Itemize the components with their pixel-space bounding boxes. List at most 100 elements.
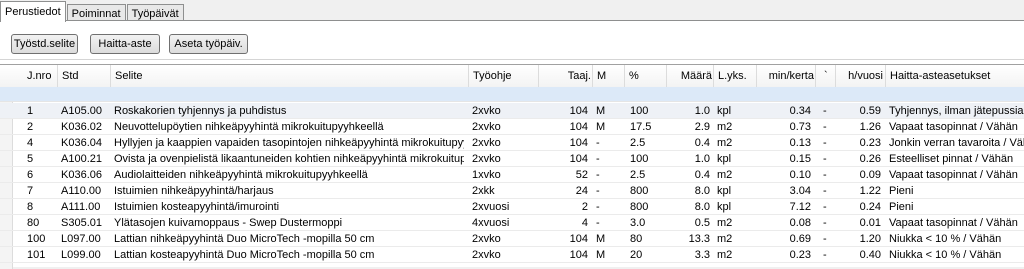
cell-haitta: Pieni: [889, 201, 914, 213]
cell-tick: -: [823, 249, 827, 261]
cell-pct: 2.5: [630, 169, 646, 181]
cell-selite: Hyllyjen ja kaappien vapaiden tasopintoj…: [114, 137, 464, 149]
grid-header: J.nro Std Selite Työohje Taaj. M % Määrä…: [0, 65, 1024, 88]
table-row[interactable]: 6 K036.06 Audiolaitteiden nihkeäpyyhintä m…: [0, 167, 1024, 183]
cell-taaj: 104: [569, 137, 588, 149]
cell-min: 7.12: [789, 201, 811, 213]
col-header-min-kerta[interactable]: min/kerta: [756, 65, 814, 87]
cell-std: A100.21: [61, 153, 102, 165]
cell-tick: -: [823, 105, 827, 117]
cell-min: 0.08: [789, 217, 811, 229]
cell-min: 3.04: [789, 185, 811, 197]
table-row[interactable]: 1 A105.00 Roskakorien tyhjennys ja puhdist…: [0, 103, 1024, 119]
cell-jnro: 100: [27, 233, 46, 245]
cell-m: -: [596, 169, 600, 181]
table-row[interactable]: 100 L097.00 Lattian nihkeäpyyhintä Duo Mic…: [0, 231, 1024, 247]
cell-hv: 0.40: [859, 249, 881, 261]
cell-selite: Neuvottelupöytien nihkeäpyyhintä mikroku…: [114, 121, 384, 133]
cell-maara: 3.3: [694, 249, 710, 261]
table-row[interactable]: 7 A110.00 Istuimien nihkeäpyyhintä/harjaus…: [0, 183, 1024, 199]
cell-maara: 8.0: [694, 201, 710, 213]
cell-maara: 2.9: [694, 121, 710, 133]
cell-selite: Lattian nihkeäpyyhintä Duo MicroTech -mo…: [114, 233, 375, 245]
col-header-taaj[interactable]: Taaj.: [538, 65, 591, 87]
haitta-aste-button[interactable]: Haitta-aste: [90, 34, 160, 54]
cell-m: M: [596, 121, 606, 133]
cell-tick: -: [823, 217, 827, 229]
cell-jnro: 101: [27, 249, 46, 261]
cell-m: M: [596, 105, 606, 117]
tab-perustiedot[interactable]: Perustiedot: [0, 1, 66, 22]
cell-lyks: m2: [717, 121, 733, 133]
cell-maara: 0.4: [694, 169, 710, 181]
cell-haitta: Tyhjennys, ilman jätepussia: [889, 105, 1024, 117]
table-row[interactable]: 4 K036.04 Hyllyjen ja kaappien vapaiden ta…: [0, 135, 1024, 151]
table-row[interactable]: 101 L099.00 Lattian kosteapyyhintä Duo Mic…: [0, 247, 1024, 263]
cell-taaj: 24: [575, 185, 588, 197]
col-header-std[interactable]: Std: [57, 65, 114, 87]
cell-haitta: Vapaat tasopinnat / Vähän: [889, 217, 1018, 229]
cell-m: -: [596, 137, 600, 149]
cell-min: 0.69: [789, 233, 811, 245]
cell-hv: 0.23: [859, 137, 881, 149]
cell-std: A110.00: [61, 185, 102, 197]
col-header-jnro[interactable]: J.nro: [27, 65, 57, 87]
cell-lyks: kpl: [717, 105, 732, 117]
col-header-tyoohje[interactable]: Työohje: [468, 65, 541, 87]
cell-taaj: 104: [569, 249, 588, 261]
cell-taaj: 4: [581, 217, 588, 229]
cell-tick: -: [823, 153, 827, 165]
table-row[interactable]: 80 S305.01 Ylätasojen kuivamoppaus - Swep …: [0, 215, 1024, 231]
col-header-lyks[interactable]: L.yks.: [713, 65, 758, 87]
cell-jnro: 4: [27, 137, 34, 149]
cell-std: S305.01: [61, 217, 102, 229]
cell-m: M: [596, 233, 606, 245]
cell-lyks: kpl: [717, 185, 732, 197]
col-header-m[interactable]: M: [592, 65, 625, 87]
cell-haitta: Jonkin verran tavaroita / Vähän: [889, 137, 1024, 149]
tyostd-selite-button[interactable]: Työstd.selite: [11, 34, 78, 54]
cell-tyoohje: 2xvko: [472, 233, 501, 245]
cell-std: L097.00: [61, 233, 101, 245]
cell-haitta: Esteelliset pinnat / Vähän: [889, 153, 1014, 165]
cell-m: M: [596, 249, 606, 261]
cell-pct: 100: [630, 105, 649, 117]
col-header-haitta[interactable]: Haitta-asteasetukset: [885, 65, 1024, 87]
cell-jnro: 2: [27, 121, 34, 133]
table-row[interactable]: 5 A100.21 Ovista ja ovenpielistä likaantun…: [0, 151, 1024, 167]
cell-tyoohje: 1xvko: [472, 169, 501, 181]
table-row[interactable]: 8 A111.00 Istuimien kosteapyyhintä/imuroin…: [0, 199, 1024, 215]
cell-tyoohje: 2xkk: [472, 185, 495, 197]
cell-hv: 1.26: [859, 121, 881, 133]
cell-min: 0.34: [789, 105, 811, 117]
cell-maara: 8.0: [694, 185, 710, 197]
col-header-h-vuosi[interactable]: h/vuosi: [835, 65, 883, 87]
col-header-maara[interactable]: Määrä: [666, 65, 712, 87]
cell-maara: 13.3: [688, 233, 710, 245]
cell-tyoohje: 2xvko: [472, 249, 501, 261]
cell-tick: -: [823, 185, 827, 197]
tab-strip: Perustiedot Poiminnat Työpäivät: [0, 0, 185, 22]
cell-tick: -: [823, 201, 827, 213]
cell-selite: Istuimien kosteapyyhintä/imurointi: [114, 201, 280, 213]
cell-tyoohje: 2xvko: [472, 137, 501, 149]
cell-lyks: m2: [717, 137, 733, 149]
col-header-pct[interactable]: %: [624, 65, 669, 87]
aseta-tyopaiv-button[interactable]: Aseta työpäiv.: [169, 34, 248, 54]
table-row[interactable]: 2 K036.02 Neuvottelupöytien nihkeäpyyhintä…: [0, 119, 1024, 135]
filter-row[interactable]: [0, 87, 1024, 102]
cell-std: L099.00: [61, 249, 101, 261]
cell-maara: 0.5: [694, 217, 710, 229]
col-header-selite[interactable]: Selite: [110, 65, 471, 87]
cell-pct: 3.0: [630, 217, 646, 229]
cell-std: A105.00: [61, 105, 102, 117]
cell-tyoohje: 2xvko: [472, 153, 501, 165]
cell-m: -: [596, 217, 600, 229]
cell-taaj: 52: [575, 169, 588, 181]
cell-hv: 1.20: [859, 233, 881, 245]
cell-selite: Ylätasojen kuivamoppaus - Swep Dustermop…: [114, 217, 343, 229]
cell-selite: Istuimien nihkeäpyyhintä/harjaus: [114, 185, 274, 197]
cell-pct: 800: [630, 185, 649, 197]
cell-haitta: Vapaat tasopinnat / Vähän: [889, 169, 1018, 181]
button-bar: Työstd.selite Haitta-aste Aseta työpäiv.: [0, 21, 1024, 59]
